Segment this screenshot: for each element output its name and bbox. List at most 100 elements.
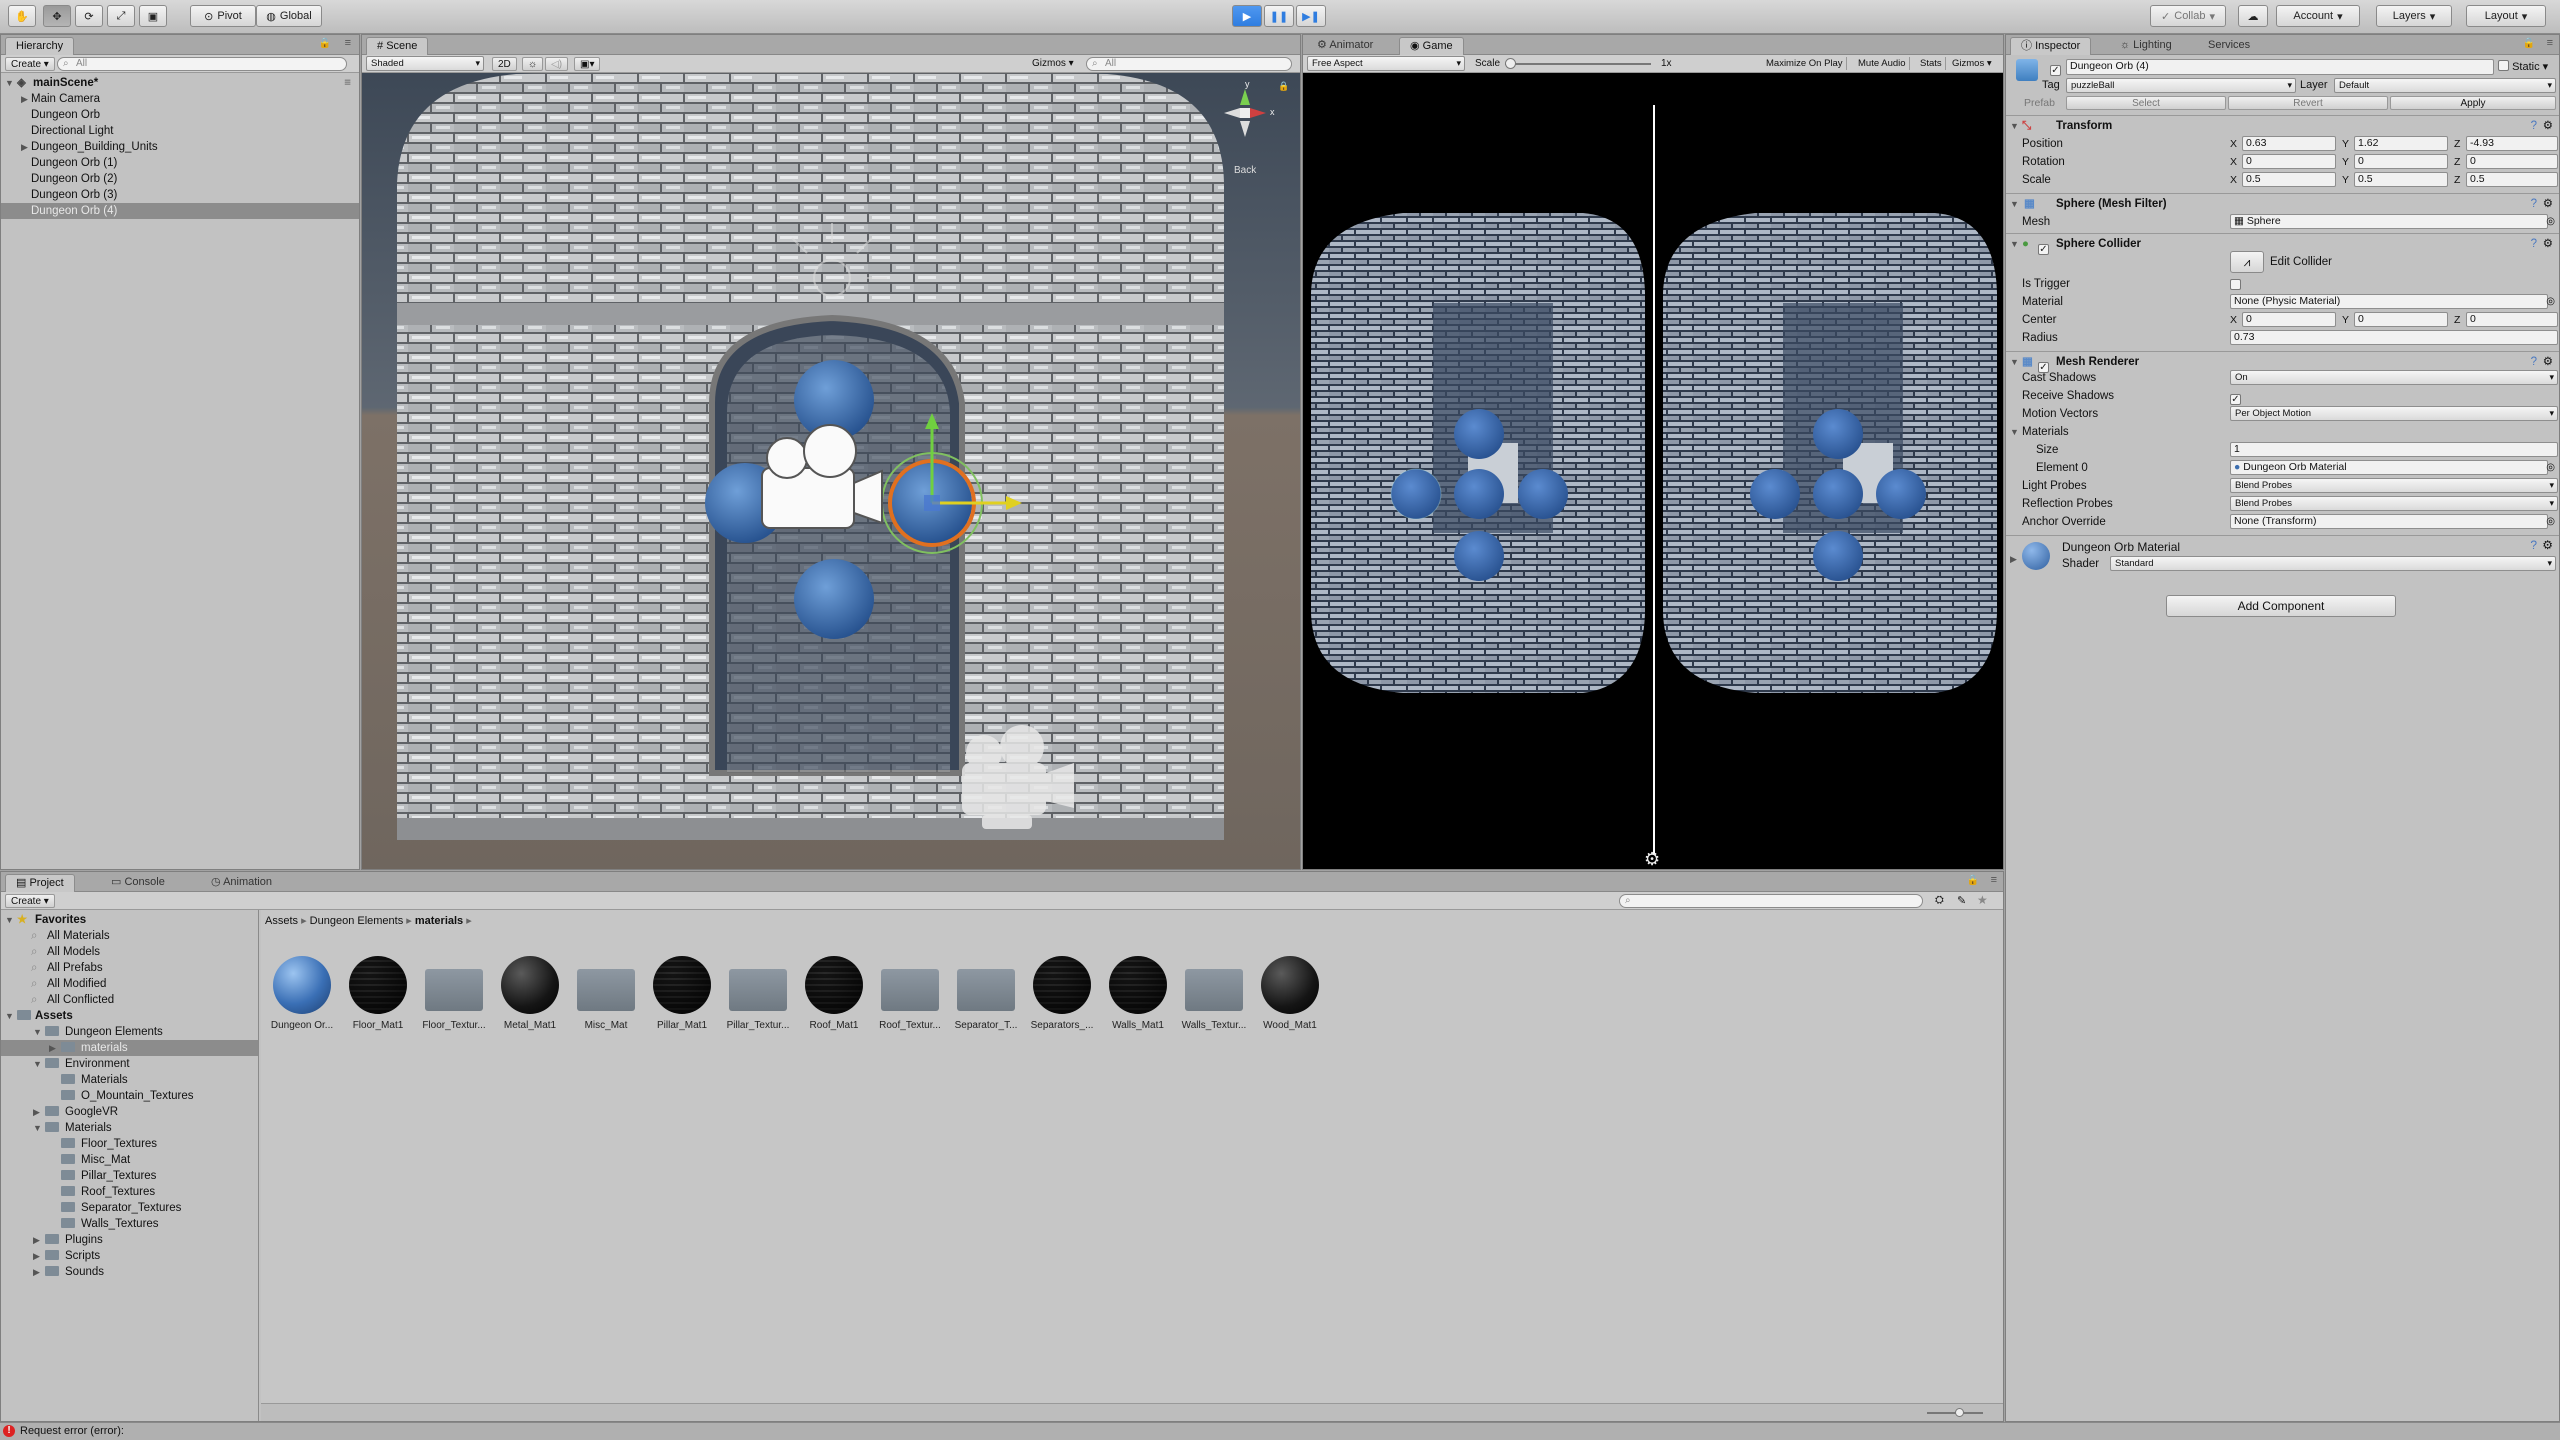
maximize-on-play-toggle[interactable]: Maximize On Play — [1763, 57, 1847, 70]
panel-menu-icon[interactable]: ≡ — [345, 37, 351, 49]
help-icon[interactable]: ? — [2531, 116, 2537, 136]
expand-triangle-icon[interactable]: ▼ — [33, 1024, 42, 1040]
favorite-star-icon[interactable]: ★ — [1977, 893, 1988, 907]
panel-menu-icon[interactable]: ≡ — [1991, 874, 1997, 886]
folder-tree-item[interactable]: Floor_Textures — [1, 1136, 258, 1152]
expand-triangle-icon[interactable]: ▶ — [2010, 554, 2017, 565]
folder-tree-item[interactable]: Walls_Textures — [1, 1216, 258, 1232]
center-z-field[interactable]: 0 — [2466, 312, 2558, 327]
move-tool-icon[interactable]: ✥ — [43, 5, 71, 27]
hierarchy-item[interactable]: ▶ Main Camera — [1, 91, 359, 107]
expand-triangle-icon[interactable]: ▼ — [2010, 116, 2019, 136]
settings-gear-icon[interactable]: ⚙ — [2543, 194, 2553, 214]
asset-tile[interactable]: Dungeon Or... — [267, 954, 337, 1031]
panel-menu-icon[interactable]: ≡ — [2547, 37, 2553, 49]
light-probes-dropdown[interactable]: Blend Probes — [2230, 478, 2558, 493]
shader-dropdown[interactable]: Standard — [2110, 556, 2556, 571]
asset-tile[interactable]: Wood_Mat1 — [1255, 954, 1325, 1031]
breadcrumb-item[interactable]: Dungeon Elements — [310, 915, 404, 927]
filter-by-type-icon[interactable]: ⛭ — [1935, 894, 1944, 907]
collab-dropdown[interactable]: ✓ Collab ▾ — [2150, 5, 2226, 27]
object-picker-icon[interactable]: ◎ — [2546, 293, 2555, 311]
mesh-field[interactable]: ▦ Sphere — [2230, 214, 2548, 229]
scene-viewport[interactable]: y x Back 🔒 — [362, 73, 1300, 869]
assets-root-row[interactable]: ▼ Assets — [1, 1008, 258, 1024]
lock-icon[interactable]: 🔒 — [319, 38, 331, 49]
thumbnail-size-slider[interactable] — [1927, 1408, 1983, 1417]
position-z-field[interactable]: -4.93 — [2466, 136, 2558, 151]
hierarchy-create-button[interactable]: Create ▾ — [5, 57, 55, 71]
materials-size-field[interactable]: 1 — [2230, 442, 2558, 457]
filter-by-label-icon[interactable]: ✎ — [1957, 894, 1966, 907]
game-gizmos-dropdown[interactable]: Gizmos ▾ — [1949, 57, 1995, 70]
cast-shadows-dropdown[interactable]: On — [2230, 370, 2558, 385]
expand-triangle-icon[interactable]: ▼ — [5, 1008, 14, 1024]
expand-triangle-icon[interactable]: ▼ — [33, 1120, 42, 1136]
thumbnail-size-thumb[interactable] — [1955, 1408, 1964, 1417]
element0-field[interactable]: ● Dungeon Orb Material — [2230, 460, 2548, 475]
center-x-field[interactable]: 0 — [2242, 312, 2336, 327]
tab-console[interactable]: ▭ Console — [101, 874, 175, 892]
hierarchy-item[interactable]: Directional Light — [1, 123, 359, 139]
position-y-field[interactable]: 1.62 — [2354, 136, 2448, 151]
scale-slider[interactable] — [1505, 58, 1651, 69]
layers-dropdown[interactable]: Layers ▾ — [2376, 5, 2452, 27]
object-picker-icon[interactable]: ◎ — [2546, 513, 2555, 531]
folder-tree-item[interactable]: Separator_Textures — [1, 1200, 258, 1216]
asset-tile[interactable]: Floor_Mat1 — [343, 954, 413, 1031]
expand-triangle-icon[interactable]: ▼ — [5, 75, 14, 91]
folder-tree-item[interactable]: ▼ Materials — [1, 1120, 258, 1136]
breadcrumb-item[interactable]: Assets — [265, 915, 298, 927]
scene-root-row[interactable]: ▼ ◈ mainScene* ≡ — [1, 75, 359, 91]
tab-lighting[interactable]: ☼ Lighting — [2110, 37, 2182, 55]
lock-icon[interactable]: 🔒 — [1967, 875, 1979, 886]
settings-gear-icon[interactable]: ⚙ — [2543, 116, 2553, 136]
asset-tile[interactable]: Misc_Mat — [571, 954, 641, 1031]
mode-2d-button[interactable]: 2D — [492, 57, 517, 71]
expand-triangle-icon[interactable]: ▶ — [33, 1232, 40, 1248]
hand-tool-icon[interactable]: ✋ — [8, 5, 36, 27]
physic-material-field[interactable]: None (Physic Material) — [2230, 294, 2548, 309]
collider-enabled-checkbox[interactable]: ✓ — [2038, 238, 2049, 258]
rotation-z-field[interactable]: 0 — [2466, 154, 2558, 169]
pivot-toggle[interactable]: ⊙ Pivot — [190, 5, 256, 27]
asset-tile[interactable]: Pillar_Textur... — [723, 954, 793, 1031]
hierarchy-item[interactable]: Dungeon Orb — [1, 107, 359, 123]
folder-tree-item[interactable]: ▼ Environment — [1, 1056, 258, 1072]
edit-collider-button[interactable]: ⩘ — [2230, 251, 2264, 273]
rotate-tool-icon[interactable]: ⟳ — [75, 5, 103, 27]
step-button[interactable]: ▶❚ — [1296, 5, 1326, 27]
prefab-apply-button[interactable]: Apply — [2390, 96, 2556, 110]
materials-foldout[interactable]: ▼ Materials — [2006, 423, 2559, 441]
layout-dropdown[interactable]: Layout ▾ — [2466, 5, 2546, 27]
folder-tree-item[interactable]: Misc_Mat — [1, 1152, 258, 1168]
rotation-x-field[interactable]: 0 — [2242, 154, 2336, 169]
favorite-item[interactable]: ⌕ All Prefabs — [1, 960, 258, 976]
scale-z-field[interactable]: 0.5 — [2466, 172, 2558, 187]
tab-project[interactable]: ▤ Project — [5, 874, 75, 892]
folder-tree-item[interactable]: ▶ Sounds — [1, 1264, 258, 1280]
center-y-field[interactable]: 0 — [2354, 312, 2448, 327]
scale-slider-thumb[interactable] — [1505, 58, 1516, 69]
position-x-field[interactable]: 0.63 — [2242, 136, 2336, 151]
tab-hierarchy[interactable]: Hierarchy — [5, 37, 75, 55]
expand-triangle-icon[interactable]: ▼ — [2010, 194, 2019, 214]
static-checkbox[interactable]: Static ▾ — [2498, 60, 2548, 73]
expand-triangle-icon[interactable]: ▶ — [33, 1248, 40, 1264]
expand-triangle-icon[interactable]: ▼ — [5, 912, 14, 928]
object-picker-icon[interactable]: ◎ — [2546, 459, 2555, 477]
reflection-probes-dropdown[interactable]: Blend Probes — [2230, 496, 2558, 511]
expand-triangle-icon[interactable]: ▶ — [33, 1104, 40, 1120]
favorite-item[interactable]: ⌕ All Conflicted — [1, 992, 258, 1008]
asset-tile[interactable]: Walls_Textur... — [1179, 954, 1249, 1031]
add-component-button[interactable]: Add Component — [2166, 595, 2396, 617]
pause-button[interactable]: ❚❚ — [1264, 5, 1294, 27]
object-name-field[interactable]: Dungeon Orb (4) — [2066, 59, 2494, 75]
audio-toggle-icon[interactable]: ◁) — [545, 57, 569, 71]
settings-gear-icon[interactable]: ⚙ — [2542, 538, 2553, 552]
favorite-item[interactable]: ⌕ All Materials — [1, 928, 258, 944]
folder-tree-item[interactable]: ▼ Dungeon Elements — [1, 1024, 258, 1040]
effects-dropdown-icon[interactable]: ▣▾ — [574, 57, 601, 71]
lighting-toggle-icon[interactable]: ☼ — [522, 57, 544, 71]
folder-tree-item[interactable]: Roof_Textures — [1, 1184, 258, 1200]
